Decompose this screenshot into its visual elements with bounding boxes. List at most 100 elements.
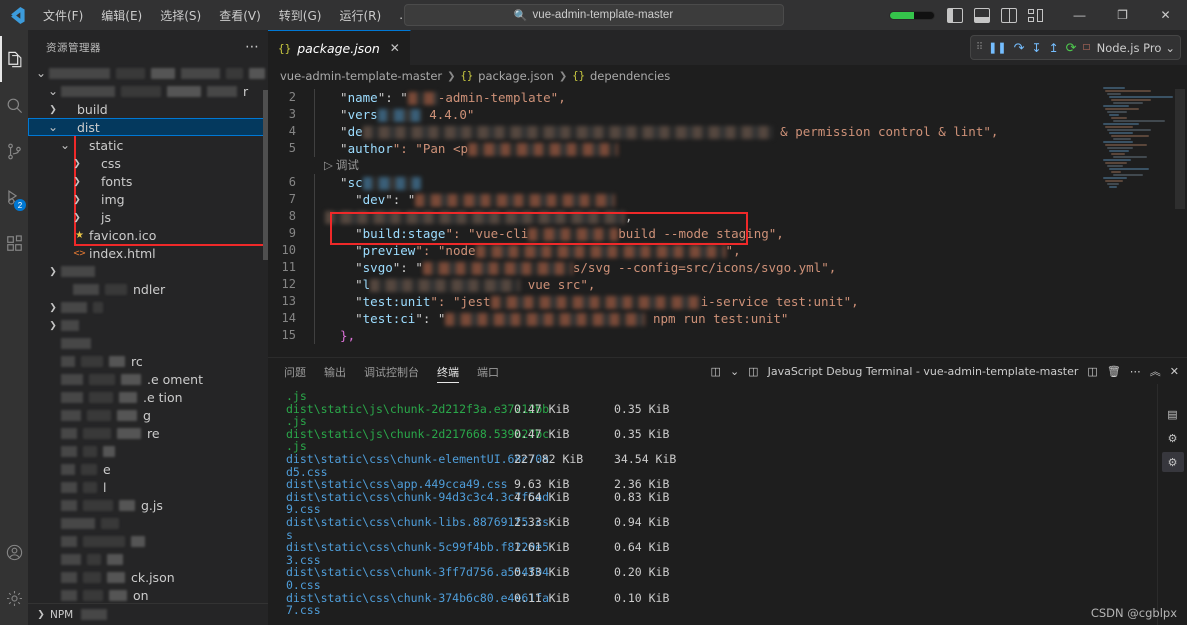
tree-row-censored[interactable]: ⌄ r [28, 82, 268, 100]
account-icon[interactable] [0, 529, 28, 575]
pause-icon[interactable]: ❚❚ [988, 41, 1006, 54]
maximize-panel-icon[interactable]: ︽ [1150, 363, 1161, 379]
menu-item-2[interactable]: 选择(S) [151, 3, 210, 28]
tree-row-censored[interactable]: ck.json [28, 568, 268, 586]
tree-row-censored[interactable] [28, 532, 268, 550]
code-lens-label[interactable]: ▷ 调试 [324, 157, 359, 174]
panel-tab-4[interactable]: 端口 [477, 360, 499, 383]
chevron-down-icon[interactable]: ⌄ [48, 121, 58, 133]
menu-item-5[interactable]: 运行(R) [330, 3, 390, 28]
more-actions-icon[interactable]: ⋯ [245, 39, 260, 55]
minimap[interactable] [1101, 87, 1173, 357]
tree-row-censored[interactable]: .e tion [28, 388, 268, 406]
tree-row-censored[interactable]: re [28, 424, 268, 442]
quick-search-bar[interactable]: 🔍 vue-admin-template-master [403, 4, 784, 26]
step-out-icon[interactable]: ↥ [1049, 41, 1059, 55]
toggle-secondary-sidebar-icon[interactable] [1001, 7, 1017, 23]
drag-handle-icon[interactable]: ⠿ [976, 42, 983, 53]
minimize-button[interactable]: — [1058, 0, 1101, 30]
chevron-right-icon[interactable]: ❯ [48, 320, 58, 331]
toggle-panel-icon[interactable] [974, 7, 990, 23]
code-lens-debug[interactable]: ▷ 调试 [268, 157, 1187, 174]
tree-row-static[interactable]: ⌄ static [28, 136, 268, 154]
chevron-down-icon[interactable]: ⌄ [48, 85, 58, 97]
chevron-right-icon[interactable]: ❯ [48, 104, 58, 115]
tree-row-censored[interactable]: rc [28, 352, 268, 370]
chevron-down-icon[interactable]: ⌄ [36, 67, 46, 79]
tree-row-fonts[interactable]: ❯ fonts [28, 172, 268, 190]
more-actions-icon[interactable]: ⋯ [1130, 365, 1141, 378]
tree-row-censored[interactable]: ndler [28, 280, 268, 298]
tree-row-index.html[interactable]: <> index.html [28, 244, 268, 262]
tab-package-json[interactable]: {} package.json ✕ [268, 30, 411, 65]
panel-tab-2[interactable]: 调试控制台 [364, 360, 419, 383]
chevron-right-icon[interactable]: ❯ [72, 212, 82, 223]
sidebar-item-extensions[interactable] [0, 220, 28, 266]
chevron-right-icon[interactable]: ❯ [72, 176, 82, 187]
tree-row-censored[interactable]: g.js [28, 496, 268, 514]
terminal-output[interactable]: .js dist\static\js\chunk-2d212f3a.e37212b… [268, 384, 1157, 625]
tree-row-img[interactable]: ❯ img [28, 190, 268, 208]
trash-icon[interactable]: 🗑 [1107, 365, 1121, 378]
tree-row-favicon.ico[interactable]: ★ favicon.ico [28, 226, 268, 244]
chevron-right-icon[interactable]: ❯ [72, 158, 82, 169]
chevron-right-icon[interactable]: ❯ [48, 302, 58, 313]
tree-row-censored[interactable]: ❯ [28, 316, 268, 334]
tree-row-censored[interactable]: on [28, 586, 268, 603]
stop-icon[interactable]: □ [1084, 42, 1090, 53]
tree-row-css[interactable]: ❯ css [28, 154, 268, 172]
tree-row-censored[interactable]: ❯ [28, 262, 268, 280]
tree-row-js[interactable]: ❯ js [28, 208, 268, 226]
tree-row-build[interactable]: ❯ build [28, 100, 268, 118]
sidebar-item-run-and-debug[interactable]: 2 [0, 174, 28, 220]
tree-row-censored[interactable]: g [28, 406, 268, 424]
debug-session-selector[interactable]: Node.js Pro ⌄ [1097, 41, 1175, 55]
chevron-down-icon[interactable]: ⌄ [60, 139, 70, 151]
close-icon[interactable]: ✕ [390, 41, 400, 55]
sidebar-item-search[interactable] [0, 82, 28, 128]
panel-tab-0[interactable]: 问题 [284, 360, 306, 383]
restart-icon[interactable]: ⟳ [1066, 40, 1077, 56]
close-button[interactable]: ✕ [1144, 0, 1187, 30]
sidebar-item-explorer[interactable] [0, 36, 28, 82]
tree-row-censored[interactable] [28, 550, 268, 568]
menu-item-4[interactable]: 转到(G) [270, 3, 331, 28]
split-terminal-icon[interactable]: ◫ [1087, 365, 1097, 378]
tree-row-censored[interactable]: ⌄ [28, 64, 268, 82]
panel-tab-3[interactable]: 终端 [437, 360, 459, 383]
file-tree[interactable]: ⌄ ⌄ r ❯ build ⌄ dist ⌄ static ❯ css ❯ fonts ❯ img ❯ js ★ f… [28, 64, 268, 603]
step-over-icon[interactable]: ↷ [1014, 40, 1025, 56]
tree-row-censored[interactable] [28, 442, 268, 460]
sidebar-item-source-control[interactable] [0, 128, 28, 174]
tree-row-dist[interactable]: ⌄ dist [28, 118, 268, 136]
breadcrumb-item-0[interactable]: vue-admin-template-master [280, 69, 442, 83]
editor-scrollbar[interactable] [1173, 87, 1187, 357]
customize-layout-icon[interactable] [1028, 8, 1044, 23]
step-into-icon[interactable]: ↧ [1032, 41, 1042, 55]
chevron-right-icon[interactable]: ❯ [72, 194, 82, 205]
menu-item-3[interactable]: 查看(V) [210, 3, 270, 28]
npm-scripts-section[interactable]: ❯ NPM [28, 603, 268, 625]
maximize-button[interactable]: ❐ [1101, 0, 1144, 30]
chevron-down-icon[interactable]: ⌄ [730, 365, 739, 378]
terminal-scrollbar[interactable] [1151, 384, 1157, 625]
tree-row-censored[interactable] [28, 334, 268, 352]
menu-item-1[interactable]: 编辑(E) [92, 3, 151, 28]
panel-tab-1[interactable]: 输出 [324, 360, 346, 383]
close-panel-icon[interactable]: ✕ [1170, 365, 1179, 378]
split-editor-icon[interactable]: ◫ [711, 365, 721, 378]
code-editor[interactable]: 2 "name": " -admin-template", 3 "vers 4.4.… [268, 87, 1187, 357]
chevron-right-icon[interactable]: ❯ [48, 266, 58, 277]
terminal-name[interactable]: JavaScript Debug Terminal - vue-admin-te… [768, 365, 1079, 378]
debug-terminal-tab-icon[interactable]: ⚙ [1162, 428, 1184, 448]
tree-row-censored[interactable]: .e oment [28, 370, 268, 388]
breadcrumb-item-1[interactable]: package.json [478, 69, 554, 83]
tree-row-censored[interactable]: ❯ [28, 298, 268, 316]
menu-item-0[interactable]: 文件(F) [34, 3, 92, 28]
terminal-tab-icon[interactable]: ▤ [1162, 404, 1184, 424]
tree-row-censored[interactable]: l [28, 478, 268, 496]
tree-row-censored[interactable]: e [28, 460, 268, 478]
gear-icon[interactable] [0, 575, 28, 621]
debug-terminal-tab-icon-active[interactable]: ⚙ [1161, 452, 1184, 472]
tree-row-censored[interactable] [28, 514, 268, 532]
